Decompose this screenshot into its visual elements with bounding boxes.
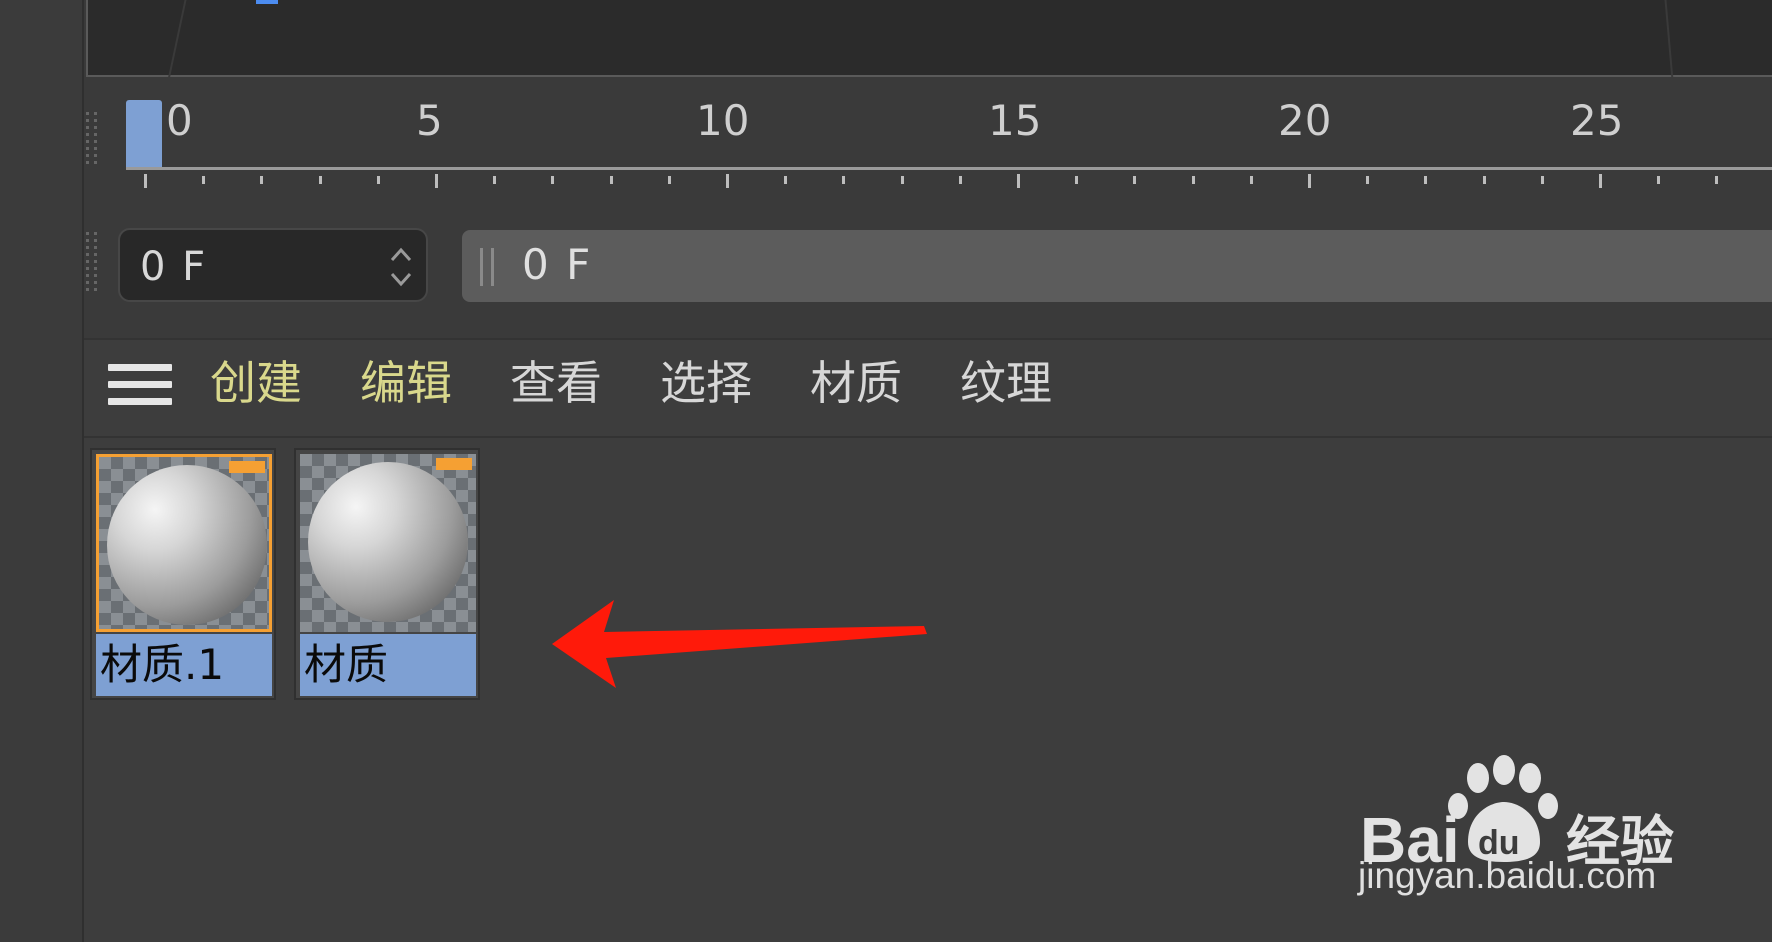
active-flag-icon xyxy=(229,461,265,473)
menu-view[interactable]: 查看 xyxy=(510,356,602,411)
red-arrow-icon xyxy=(552,600,927,688)
timeline-tick xyxy=(959,176,962,184)
watermark-url: jingyan.baidu.com xyxy=(1358,855,1657,896)
left-dock-strip xyxy=(0,0,84,942)
timeline-tick-label: 25 xyxy=(1570,96,1624,145)
menu-create[interactable]: 创建 xyxy=(210,356,302,411)
range-handle-icon[interactable] xyxy=(480,248,494,286)
timeline-tick xyxy=(551,176,554,184)
timeline-tick xyxy=(260,176,263,184)
timeline-tick xyxy=(784,176,787,184)
viewport-grid-line xyxy=(167,0,187,80)
timeline-tick xyxy=(668,176,671,184)
material-swatch[interactable]: 材质 xyxy=(294,448,480,700)
timeline-tick xyxy=(377,176,380,184)
toolbar-grip-handle[interactable] xyxy=(86,232,100,295)
material-swatch[interactable]: 材质.1 xyxy=(90,448,276,700)
menu-material[interactable]: 材质 xyxy=(810,356,902,411)
spinner-arrows-icon[interactable] xyxy=(384,236,418,296)
timeline-tick xyxy=(1133,176,1136,184)
timeline-tick xyxy=(144,174,147,188)
timeline-tick xyxy=(610,176,613,184)
timeline-tick xyxy=(726,174,729,188)
timeline-tick xyxy=(1308,174,1311,188)
timeline-tick xyxy=(1657,176,1660,184)
timeline-tick xyxy=(435,174,438,188)
material-preview xyxy=(96,454,272,632)
viewport-grid-line xyxy=(1664,0,1674,80)
timeline-tick xyxy=(1541,176,1544,184)
timeline-tick xyxy=(901,176,904,184)
hamburger-menu-icon[interactable] xyxy=(108,364,172,412)
timeline-tick-label: 0 xyxy=(166,96,193,145)
timeline-ruler[interactable] xyxy=(126,167,1772,170)
material-name: 材质.1 xyxy=(96,634,272,696)
timeline-tick xyxy=(842,176,845,184)
timeline-tick xyxy=(1599,174,1602,188)
playhead[interactable] xyxy=(126,100,162,168)
menu-texture[interactable]: 纹理 xyxy=(960,356,1052,411)
material-sphere-icon xyxy=(107,465,267,625)
menu-edit[interactable]: 编辑 xyxy=(360,356,452,411)
timeline-tick xyxy=(1192,176,1195,184)
material-menubar xyxy=(84,338,1772,438)
timeline-tick xyxy=(1250,176,1253,184)
timeline-tick-label: 20 xyxy=(1278,96,1332,145)
timeline-tick-label: 15 xyxy=(988,96,1042,145)
material-name: 材质 xyxy=(300,634,476,696)
current-frame-field[interactable]: 0 F xyxy=(118,228,428,302)
timeline-grip-handle[interactable] xyxy=(86,112,100,168)
timeline-tick xyxy=(1715,176,1718,184)
timeline-tick-label: 5 xyxy=(416,96,443,145)
material-preview xyxy=(300,454,476,632)
viewport[interactable] xyxy=(86,0,1772,80)
timeline-tick xyxy=(1017,174,1020,188)
timeline-tick-label: 10 xyxy=(696,96,750,145)
timeline-tick xyxy=(493,176,496,184)
viewport-axis-marker xyxy=(256,0,278,4)
app-window: 0 5 10 15 20 25 0 F 0 F 创建 编辑 查看 选择 材质 纹… xyxy=(0,0,1772,942)
active-flag-icon xyxy=(436,458,472,470)
timeline-tick xyxy=(202,176,205,184)
timeline-tick xyxy=(1424,176,1427,184)
current-frame-value: 0 F xyxy=(140,244,208,290)
timeline-tick xyxy=(1483,176,1486,184)
frame-range-slider[interactable]: 0 F xyxy=(462,230,1772,302)
timeline-tick xyxy=(319,176,322,184)
range-start-value: 0 F xyxy=(522,240,593,289)
menu-select[interactable]: 选择 xyxy=(660,356,752,411)
timeline-tick xyxy=(1366,176,1369,184)
material-sphere-icon xyxy=(308,462,468,622)
timeline-tick xyxy=(1075,176,1078,184)
